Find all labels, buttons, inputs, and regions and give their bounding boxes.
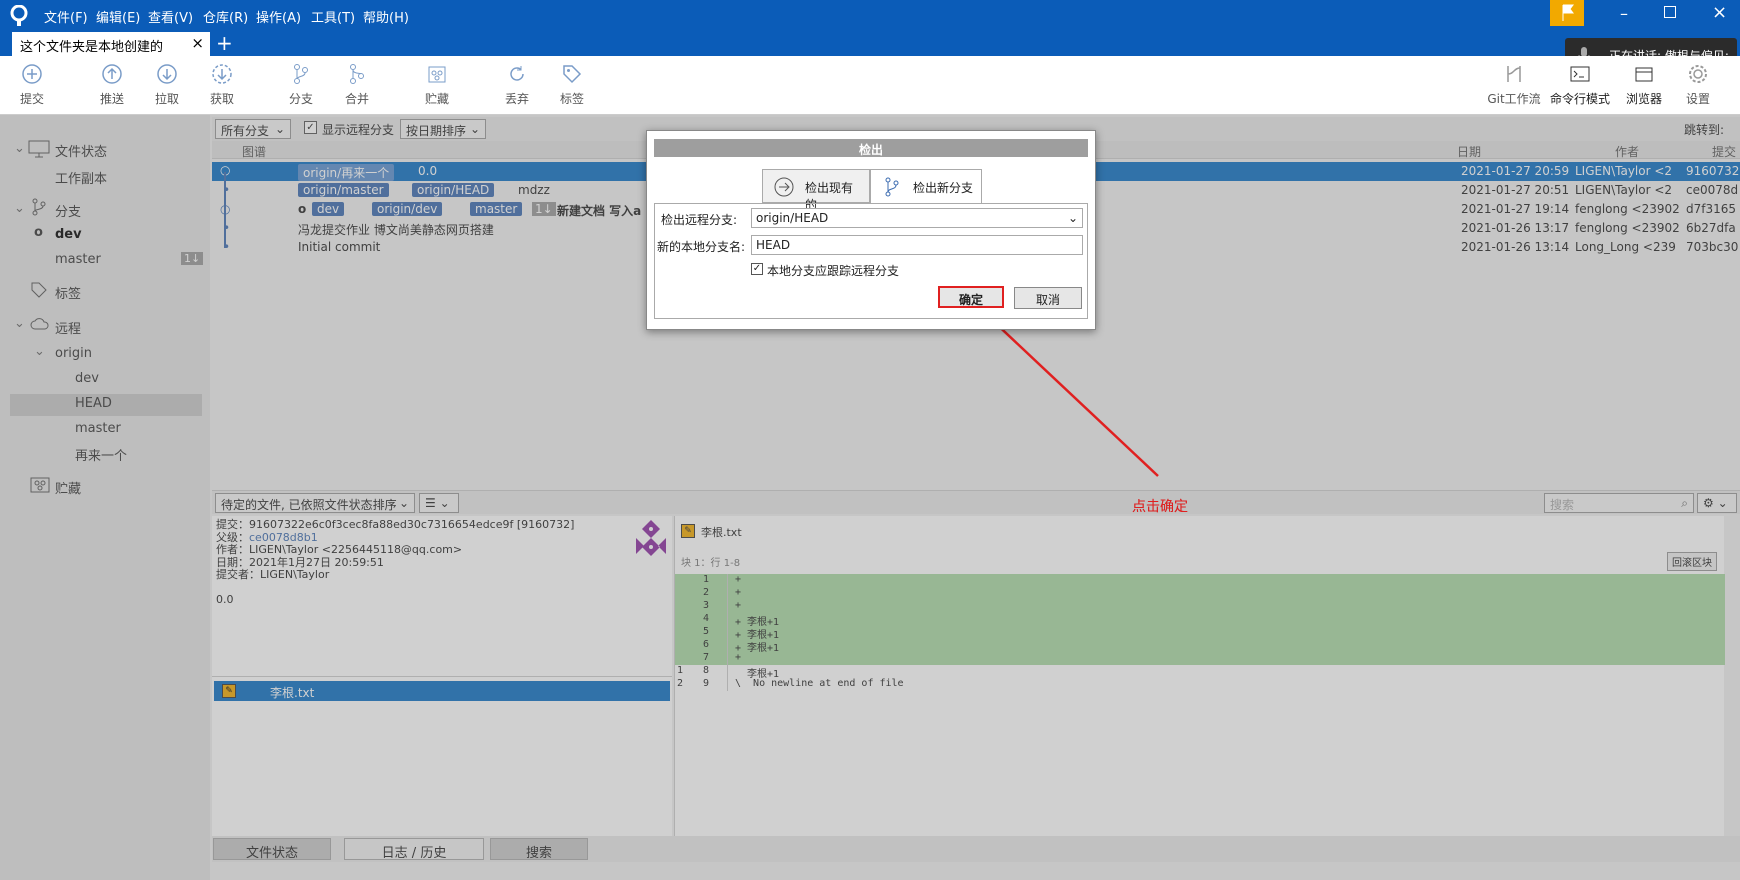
sourcetree-logo-icon bbox=[10, 5, 28, 26]
menu-help[interactable]: 帮助(H) bbox=[363, 7, 409, 26]
tab-title: 这个文件夹是本地创建的 bbox=[20, 40, 164, 55]
track-label: 本地分支应跟踪远程分支 bbox=[767, 264, 900, 278]
commit-label: 提交 bbox=[19, 92, 44, 106]
annotation-text-front: 点击确定 bbox=[1132, 499, 1188, 515]
fetch-label: 获取 bbox=[209, 92, 234, 106]
tab-checkout-new[interactable]: 检出新分支 bbox=[870, 169, 982, 203]
tag-label: 标签 bbox=[559, 92, 584, 106]
title-bar: 文件(F) 编辑(E) 查看(V) 仓库(R) 操作(A) 工具(T) 帮助(H… bbox=[0, 0, 1740, 32]
merge-button[interactable]: 合并 bbox=[329, 62, 385, 107]
push-icon bbox=[102, 64, 122, 84]
pull-button[interactable]: 拉取 bbox=[139, 62, 195, 107]
checkout-dialog: 检出 检出现有的 检出新分支 检出远程分支: origin/HEAD ⌄ 新的本地… bbox=[646, 130, 1096, 330]
arrow-right-circle-icon bbox=[774, 177, 794, 197]
pull-icon bbox=[157, 64, 177, 84]
stash-label: 贮藏 bbox=[424, 92, 449, 106]
new-tab-button[interactable]: + bbox=[216, 31, 233, 55]
maximize-button[interactable] bbox=[1664, 6, 1676, 18]
branch-icon bbox=[294, 64, 308, 84]
fetch-icon bbox=[212, 64, 232, 84]
local-branch-label: 新的本地分支名: bbox=[657, 240, 746, 254]
settings-button[interactable]: 设置 bbox=[1670, 62, 1726, 107]
minimize-button[interactable]: – bbox=[1620, 4, 1628, 23]
stash-icon bbox=[428, 66, 446, 83]
browser-icon bbox=[1635, 67, 1653, 82]
discard-icon bbox=[510, 66, 524, 81]
gitflow-icon bbox=[1507, 66, 1521, 82]
tab-row bbox=[0, 32, 1740, 56]
menu-repo[interactable]: 仓库(R) bbox=[203, 7, 248, 26]
pull-label: 拉取 bbox=[154, 92, 179, 106]
fetch-button[interactable]: 获取 bbox=[194, 62, 250, 107]
tab-new-label: 检出新分支 bbox=[913, 181, 974, 195]
branch-button[interactable]: 分支 bbox=[273, 62, 329, 107]
terminal-icon bbox=[1570, 66, 1590, 82]
merge-icon bbox=[350, 64, 364, 84]
menu-action[interactable]: 操作(A) bbox=[256, 7, 301, 26]
push-button[interactable]: 推送 bbox=[84, 62, 140, 107]
tag-button[interactable]: 标签 bbox=[544, 62, 600, 107]
discard-label: 丢弃 bbox=[504, 92, 529, 106]
gitflow-button[interactable]: Git工作流 bbox=[1484, 62, 1544, 107]
remote-branch-select[interactable]: origin/HEAD ⌄ bbox=[751, 208, 1083, 228]
settings-label: 设置 bbox=[1685, 92, 1710, 106]
cancel-button[interactable]: 取消 bbox=[1014, 287, 1082, 309]
tab-checkout-existing[interactable]: 检出现有的 bbox=[762, 169, 870, 212]
plus-circle-icon bbox=[22, 64, 42, 84]
track-checkbox[interactable]: ✓ bbox=[751, 263, 763, 275]
menu-edit[interactable]: 编辑(E) bbox=[96, 7, 140, 26]
tag-icon bbox=[563, 65, 582, 84]
local-branch-input[interactable]: HEAD bbox=[751, 235, 1083, 255]
menu-tools[interactable]: 工具(T) bbox=[311, 7, 355, 26]
close-button[interactable]: × bbox=[1712, 2, 1727, 23]
browser-label: 浏览器 bbox=[1625, 92, 1662, 106]
remote-branch-value: origin/HEAD bbox=[756, 211, 829, 225]
flag-icon bbox=[1562, 4, 1574, 21]
gear-icon bbox=[1689, 65, 1707, 83]
menu-file[interactable]: 文件(F) bbox=[44, 7, 88, 26]
merge-label: 合并 bbox=[344, 92, 369, 106]
tab-repo[interactable]: 这个文件夹是本地创建的 × bbox=[12, 32, 210, 56]
browser-button[interactable]: 浏览器 bbox=[1616, 62, 1672, 107]
local-branch-value: HEAD bbox=[756, 238, 791, 252]
terminal-label: 命令行模式 bbox=[1549, 92, 1610, 106]
dialog-title: 检出 bbox=[654, 139, 1088, 157]
push-label: 推送 bbox=[99, 92, 124, 106]
tab-close-icon[interactable]: × bbox=[191, 34, 204, 52]
remote-branch-label: 检出远程分支: bbox=[661, 213, 738, 227]
gitflow-label: Git工作流 bbox=[1487, 92, 1541, 106]
discard-button[interactable]: 丢弃 bbox=[489, 62, 545, 107]
commit-button[interactable]: 提交 bbox=[4, 62, 60, 107]
terminal-button[interactable]: 命令行模式 bbox=[1548, 62, 1612, 107]
chevron-down-icon: ⌄ bbox=[1067, 211, 1078, 225]
branch-icon bbox=[885, 177, 899, 197]
stash-button[interactable]: 贮藏 bbox=[409, 62, 465, 107]
branch-label: 分支 bbox=[288, 92, 313, 106]
toolbar: 提交 推送 拉取 获取 分支 合并 贮藏 丢弃 标签 Git工作流 命令行模式 … bbox=[0, 56, 1740, 115]
flag-button[interactable] bbox=[1550, 0, 1584, 26]
menu-view[interactable]: 查看(V) bbox=[148, 7, 193, 26]
ok-button[interactable]: 确定 bbox=[938, 286, 1004, 308]
